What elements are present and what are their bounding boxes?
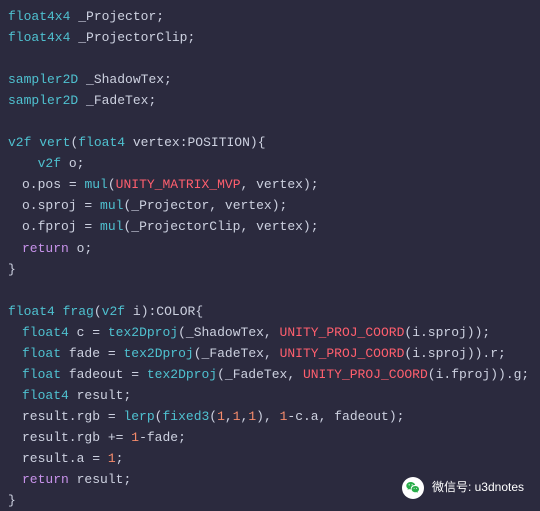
type-keyword: float4x4	[8, 9, 70, 24]
function-name: frag	[63, 304, 94, 319]
identifier: _ProjectorClip	[78, 30, 187, 45]
code-line: o.pos = mul(UNITY_MATRIX_MVP, vertex);	[8, 174, 532, 195]
code-line: v2f vert(float4 vertex:POSITION){	[8, 132, 532, 153]
blank-line	[8, 111, 532, 132]
code-line: sampler2D _ShadowTex;	[8, 69, 532, 90]
type-keyword: sampler2D	[8, 72, 78, 87]
keyword: return	[22, 241, 69, 256]
code-line: sampler2D _FadeTex;	[8, 90, 532, 111]
type-keyword: float4	[78, 135, 125, 150]
watermark-text: 微信号: u3dnotes	[432, 478, 524, 497]
identifier: _FadeTex	[86, 93, 148, 108]
blank-line	[8, 48, 532, 69]
wechat-icon	[402, 477, 424, 499]
code-line: float4x4 _ProjectorClip;	[8, 27, 532, 48]
code-line: o.fproj = mul(_ProjectorClip, vertex);	[8, 216, 532, 237]
constant: UNITY_MATRIX_MVP	[116, 177, 241, 192]
function-name: vert	[39, 135, 70, 150]
code-line: }	[8, 259, 532, 280]
code-line: float4x4 _Projector;	[8, 6, 532, 27]
keyword: return	[22, 472, 69, 487]
type-keyword: sampler2D	[8, 93, 78, 108]
code-editor: float4x4 _Projector; float4x4 _Projector…	[8, 6, 532, 511]
code-line: result.rgb += 1-fade;	[8, 427, 532, 448]
code-line: float4 c = tex2Dproj(_ShadowTex, UNITY_P…	[8, 322, 532, 343]
code-line: float4 result;	[8, 385, 532, 406]
code-line: float fadeout = tex2Dproj(_FadeTex, UNIT…	[8, 364, 532, 385]
type-keyword: float4x4	[8, 30, 70, 45]
identifier: _Projector	[78, 9, 156, 24]
blank-line	[8, 280, 532, 301]
code-line: float4 frag(v2f i):COLOR{	[8, 301, 532, 322]
code-line: v2f o;	[8, 153, 532, 174]
type-keyword: v2f	[8, 135, 31, 150]
code-line: result.a = 1;	[8, 448, 532, 469]
code-line: result.rgb = lerp(fixed3(1,1,1), 1-c.a, …	[8, 406, 532, 427]
code-line: float fade = tex2Dproj(_FadeTex, UNITY_P…	[8, 343, 532, 364]
code-line: o.sproj = mul(_Projector, vertex);	[8, 195, 532, 216]
watermark: 微信号: u3dnotes	[402, 477, 524, 499]
identifier: _ShadowTex	[86, 72, 164, 87]
code-line: return o;	[8, 238, 532, 259]
